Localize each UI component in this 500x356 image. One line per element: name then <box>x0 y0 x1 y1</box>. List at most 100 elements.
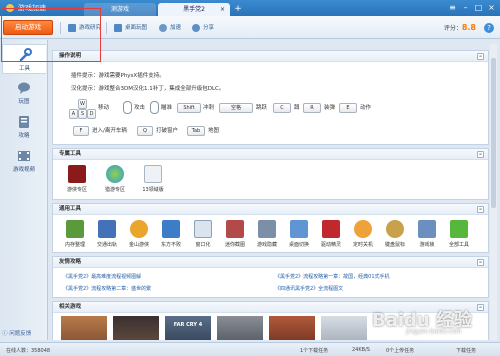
key-r: R <box>303 103 321 113</box>
lieyou-icon <box>106 165 124 183</box>
youxia-icon <box>68 165 86 183</box>
label-vehicle: 进入/离开车辆 <box>92 128 127 134</box>
label-jump: 跳跃 <box>256 105 268 111</box>
dongfang-icon <box>162 220 180 238</box>
guide-link[interactable]: 《黑手党2》最高难度流程视频图解 <box>63 273 141 280</box>
gamepad-icon <box>258 220 276 238</box>
score-value: 8.8 <box>461 23 476 32</box>
baidu-watermark: Baidu 经验 jingyan.baidu.com <box>372 310 473 335</box>
key-q: Q <box>137 126 153 136</box>
book-icon <box>19 116 29 128</box>
close-icon[interactable]: × <box>486 2 497 13</box>
game-thumbnail-farcry4[interactable]: FAR CRY 4 <box>165 316 211 340</box>
main-panel: 操作说明 – 插件提示：游戏需要PhysX插件支持。 汉化提示：游戏整合3DM汉化… <box>52 44 489 340</box>
speed-icon <box>159 24 167 32</box>
maximize-icon[interactable]: □ <box>473 2 484 13</box>
desktop-switch-icon <box>290 220 308 238</box>
sidebar: 工具 玩图 攻略 游戏视频 ⓘ 问题反馈 <box>0 40 48 340</box>
close-tab-icon[interactable]: × <box>220 3 225 16</box>
key-space: 空格 <box>219 103 253 113</box>
new-tab-button[interactable]: + <box>233 4 243 14</box>
start-game-button[interactable]: 启动游戏 <box>3 20 53 35</box>
download-arrow-icon <box>450 220 468 238</box>
label-move: 移动 <box>98 105 110 111</box>
key-shift: Shift <box>177 103 201 113</box>
online-users: 在线人数：358048 <box>6 348 51 354</box>
key-w: W <box>78 99 87 109</box>
game-thumbnail[interactable] <box>61 316 107 340</box>
sidebar-item-videos[interactable]: 游戏视频 <box>2 146 46 176</box>
driver-icon <box>322 220 340 238</box>
section-title: 通用工具 – <box>53 204 488 215</box>
collapse-icon[interactable]: – <box>477 53 484 60</box>
research-icon <box>68 24 76 32</box>
help-icon[interactable]: ? <box>484 23 494 33</box>
label-action: 动作 <box>360 105 372 111</box>
section-title: 专属工具 – <box>53 149 488 160</box>
section-operations: 操作说明 – 插件提示：游戏需要PhysX插件支持。 汉化提示：游戏整合3DM汉化… <box>52 50 489 145</box>
logo-icon <box>6 4 14 12</box>
feedback-link[interactable]: ⓘ 问题反馈 <box>2 329 31 337</box>
traffic-icon <box>98 220 116 238</box>
guide-link[interactable]: 《四通讯黑手党2》全流程图文 <box>275 285 343 292</box>
minimize-icon[interactable]: – <box>460 2 471 13</box>
collapse-icon[interactable]: – <box>477 151 484 158</box>
app-youxia[interactable]: 游侠专区 <box>57 165 97 193</box>
tool-all-tools[interactable]: 全部工具 <box>439 220 479 248</box>
download-manager[interactable]: 下载任务 <box>456 347 476 354</box>
accelerate-button[interactable]: 加速 <box>159 23 181 33</box>
guide-link[interactable]: 《黑手党2》流程攻略第一章：故国，经典01式手机 <box>275 273 390 280</box>
file-icon <box>144 165 162 183</box>
tab-games[interactable]: 测游戏 <box>84 3 156 16</box>
app-13-edition[interactable]: 13领域版 <box>133 165 173 193</box>
game-thumbnail[interactable] <box>269 316 315 340</box>
desktop-icon <box>114 24 122 32</box>
upload-tasks[interactable]: 0个上传任务 <box>386 347 414 354</box>
share-button[interactable]: 分享 <box>192 23 214 33</box>
film-icon <box>18 151 30 161</box>
sidebar-item-community[interactable]: 玩图 <box>2 78 46 108</box>
desktop-shortcut-button[interactable]: 桌面玩图 <box>114 23 147 33</box>
section-general-tools: 通用工具 – 内存整理 交通出轨 金山游侠 东方不败 窗口化 迷你截图 游戏隐藏 … <box>52 203 489 253</box>
label-attack: 攻击 <box>134 105 146 111</box>
key-f: F <box>73 126 89 136</box>
scrollbar-thumb[interactable] <box>491 58 496 208</box>
app-logo: 游戏加速 <box>4 2 82 14</box>
toolbar-divider <box>60 22 61 34</box>
kingsoft-icon <box>130 220 148 238</box>
tab-mafia2[interactable]: 黑手党2 × <box>158 3 230 16</box>
toolbar-divider <box>106 22 107 34</box>
app-lieyou[interactable]: 猎游专区 <box>95 165 135 193</box>
mouse-right-icon <box>150 101 159 114</box>
label-map: 地图 <box>208 128 220 134</box>
menu-icon[interactable]: ≡ <box>447 2 458 13</box>
label-reload: 装弹 <box>324 105 336 111</box>
collapse-icon[interactable]: – <box>477 259 484 266</box>
clock-icon <box>354 220 372 238</box>
game-thumbnail[interactable] <box>217 316 263 340</box>
game-research-button[interactable]: 游戏研究 <box>68 23 101 33</box>
key-e: E <box>339 103 357 113</box>
localization-tip: 汉化提示：游戏整合3DM汉化1.1补丁，集成全部升级包DLC。 <box>71 86 225 92</box>
window-icon <box>194 220 212 238</box>
sidebar-item-guides[interactable]: 攻略 <box>2 112 46 142</box>
sidebar-item-tools[interactable]: 工具 <box>2 44 46 74</box>
chat-icon <box>18 82 30 94</box>
question-icon: ⓘ <box>2 331 8 337</box>
title-bar: 游戏加速 测游戏 黑手党2 × + ≡ – □ × <box>0 0 500 16</box>
label-sprint: 冲刺 <box>203 105 215 111</box>
download-tasks[interactable]: 1个下载任务 <box>300 347 328 354</box>
section-guides: 友情攻略 – 《黑手党2》最高难度流程视频图解 《黑手党2》流程攻略第一章：故国，… <box>52 256 489 298</box>
guide-link[interactable]: 《黑手党2》流程攻略第二章：盛世的繁 <box>63 285 151 292</box>
game-thumbnail[interactable] <box>113 316 159 340</box>
collapse-icon[interactable]: – <box>477 206 484 213</box>
keyboard-icon <box>386 220 404 238</box>
mouse-left-icon <box>123 101 132 114</box>
speed-readout: 24KB/S <box>352 347 370 353</box>
lock-icon <box>418 220 436 238</box>
scrollbar[interactable] <box>490 44 497 340</box>
key-c: C <box>273 103 291 113</box>
game-thumbnail[interactable] <box>321 316 367 340</box>
key-s: S <box>78 109 87 119</box>
section-title: 操作说明 – <box>53 51 488 62</box>
